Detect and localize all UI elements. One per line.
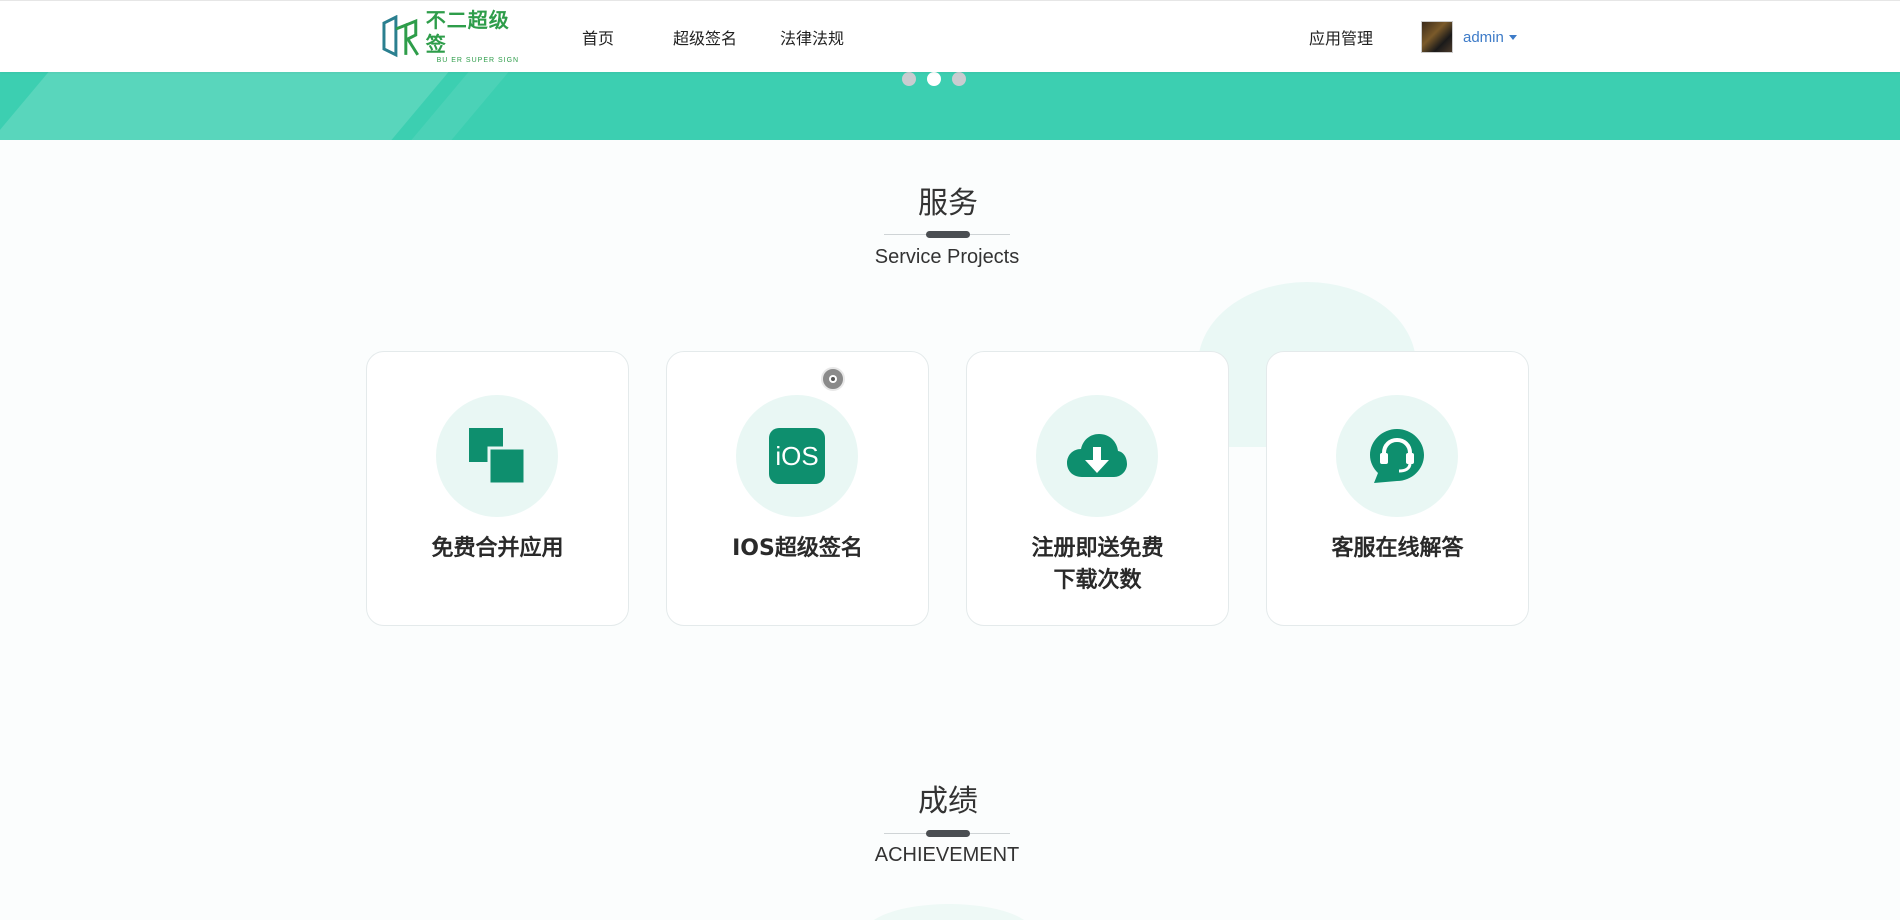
- merge-apps-icon: [469, 428, 526, 485]
- card-label: IOS超级签名: [732, 536, 863, 561]
- mouse-cursor-icon: [821, 367, 845, 391]
- services-subtitle: Service Projects: [874, 246, 1020, 268]
- carousel-dots: [902, 72, 966, 86]
- card-label-line1: 注册即送免费: [1031, 536, 1164, 561]
- top-navbar: 不二超级签 BU ER SUPER SIGN 首页 超级签名 法律法规 应用管理…: [0, 0, 1900, 72]
- nav-super-sign[interactable]: 超级签名: [673, 1, 737, 73]
- services-title: 服务: [918, 186, 978, 221]
- username[interactable]: admin: [1463, 29, 1504, 46]
- hero-banner: [0, 72, 1900, 140]
- logo-title: 不二超级签: [425, 8, 510, 56]
- service-card-ios[interactable]: iOS IOS超级签名: [666, 351, 929, 626]
- banner-stripe: [0, 72, 449, 140]
- carousel-dot-2[interactable]: [927, 72, 941, 86]
- divider-pill: [926, 830, 970, 837]
- ios-icon: iOS: [769, 428, 825, 484]
- carousel-dot-1[interactable]: [902, 72, 916, 86]
- nav-home[interactable]: 首页: [582, 1, 614, 73]
- background-decoration: [864, 904, 1034, 920]
- avatar[interactable]: [1421, 21, 1453, 53]
- logo-subtitle: BU ER SUPER SIGN: [436, 57, 520, 64]
- customer-service-icon: [1370, 429, 1424, 483]
- card-label: 免费合并应用: [431, 536, 564, 561]
- achievement-title: 成绩: [918, 784, 978, 819]
- logo-mark-icon: [382, 15, 420, 58]
- cloud-download-icon: [1067, 434, 1127, 477]
- caret-down-icon[interactable]: [1508, 34, 1517, 40]
- card-label: 客服在线解答: [1331, 536, 1464, 561]
- service-card-free-downloads[interactable]: 注册即送免费 下载次数: [966, 351, 1229, 626]
- card-label-line2: 下载次数: [1053, 568, 1142, 593]
- nav-app-management[interactable]: 应用管理: [1309, 1, 1373, 73]
- divider-pill: [926, 231, 970, 238]
- achievement-subtitle: ACHIEVEMENT: [874, 844, 1020, 866]
- brand-logo[interactable]: 不二超级签 BU ER SUPER SIGN: [380, 8, 530, 64]
- nav-laws[interactable]: 法律法规: [780, 1, 844, 73]
- ios-icon-text: iOS: [775, 441, 818, 471]
- user-menu[interactable]: admin: [1421, 21, 1517, 53]
- service-card-merge[interactable]: 免费合并应用: [366, 351, 629, 626]
- service-card-support[interactable]: 客服在线解答: [1266, 351, 1529, 626]
- carousel-dot-3[interactable]: [952, 72, 966, 86]
